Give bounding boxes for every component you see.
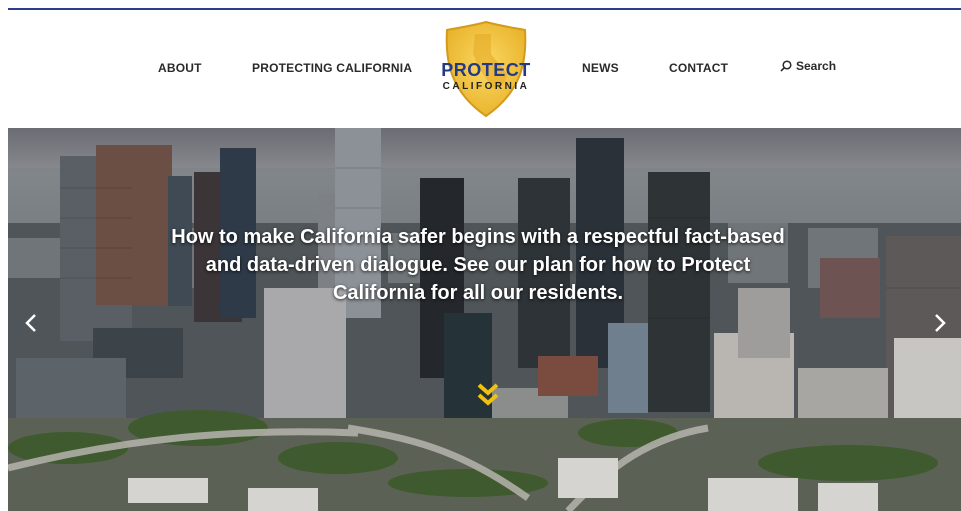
logo-text-protect: PROTECT xyxy=(441,60,531,80)
chevron-right-icon xyxy=(935,314,946,332)
slider-next-button[interactable] xyxy=(925,308,955,338)
search-icon xyxy=(780,60,792,72)
double-chevron-down-icon xyxy=(477,383,499,406)
nav-about[interactable]: ABOUT xyxy=(158,61,202,75)
slider-prev-button[interactable] xyxy=(16,308,46,338)
hero-slider: How to make California safer begins with… xyxy=(8,128,961,511)
nav-contact[interactable]: CONTACT xyxy=(669,61,728,75)
search-button[interactable]: Search xyxy=(780,59,836,73)
site-logo[interactable]: PROTECT CALIFORNIA xyxy=(435,20,537,118)
city-skyline-image xyxy=(8,128,961,511)
nav-protecting-california[interactable]: PROTECTING CALIFORNIA xyxy=(252,61,412,75)
nav-news[interactable]: NEWS xyxy=(582,61,619,75)
search-label: Search xyxy=(796,59,837,73)
chevron-left-icon xyxy=(25,314,36,332)
logo-text-california: CALIFORNIA xyxy=(442,81,530,92)
site-header: ABOUT PROTECTING CALIFORNIA NEWS CONTACT… xyxy=(8,10,961,128)
scroll-down-button[interactable] xyxy=(477,382,499,408)
hero-headline: How to make California safer begins with… xyxy=(171,226,785,304)
